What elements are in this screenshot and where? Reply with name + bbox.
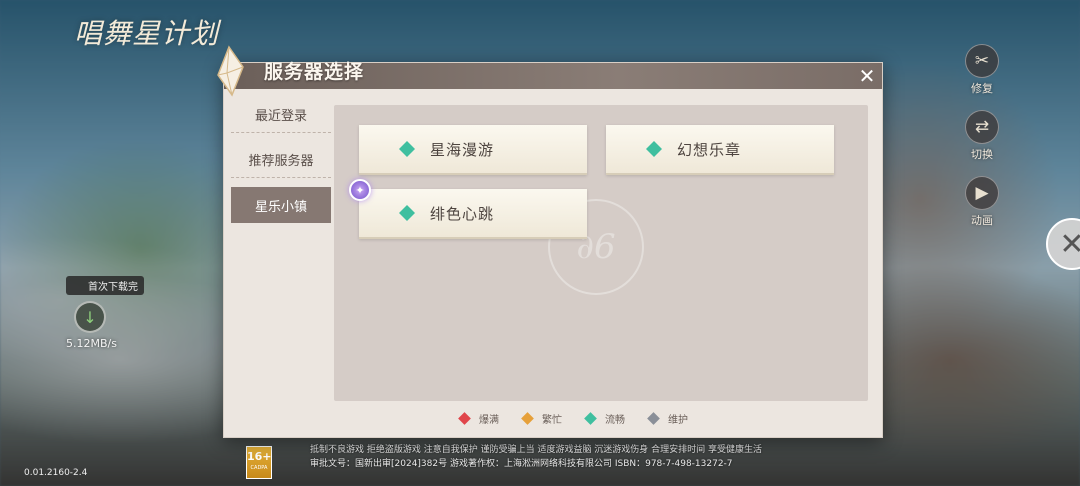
server-select-dialog: 服务器选择 ✕ 最近登录 推荐服务器 星乐小镇 ∂6 星海漫游 幻想乐章 ✦ 绯… <box>217 45 883 438</box>
video-icon: ▶ <box>965 176 999 210</box>
status-legend: 爆满 繁忙 流畅 维护 <box>458 411 688 426</box>
animation-button[interactable]: ▶ 动画 <box>952 176 1012 228</box>
age-rating-sub: CADPA <box>250 465 268 472</box>
server-name: 绯色心跳 <box>430 204 495 223</box>
crystal-icon <box>217 45 244 97</box>
status-gem-icon <box>399 205 415 221</box>
dialog-header: 服务器选择 ✕ <box>217 45 882 97</box>
legend-busy-label: 繁忙 <box>542 415 562 426</box>
switch-account-label: 切换 <box>971 148 993 161</box>
legend-smooth-label: 流畅 <box>605 415 625 426</box>
server-name: 星海漫游 <box>430 140 495 159</box>
age-rating-badge: 16+ CADPA <box>246 446 272 479</box>
server-name: 幻想乐章 <box>677 140 742 159</box>
download-widget[interactable]: 首次下载完 ↓ 5.12MB/s <box>66 276 156 350</box>
wrench-icon: ✂ <box>965 44 999 78</box>
download-speed: 5.12MB/s <box>66 337 117 350</box>
legend-busy: 繁忙 <box>521 411 562 426</box>
legend-maintenance: 维护 <box>647 411 688 426</box>
legend-smooth: 流畅 <box>584 411 625 426</box>
download-icon[interactable]: ↓ <box>74 301 106 333</box>
dialog-title: 服务器选择 <box>264 61 365 83</box>
status-gem-icon <box>646 141 662 157</box>
health-notice: 抵制不良游戏 拒绝盗版游戏 注意自我保护 谨防受骗上当 适度游戏益脑 沉迷游戏伤… <box>310 443 790 471</box>
legend-full-dot <box>458 412 471 425</box>
legend-maintenance-label: 维护 <box>668 415 688 426</box>
switch-account-button[interactable]: ⇄ 切换 <box>952 110 1012 162</box>
server-button-huanxiang[interactable]: 幻想乐章 <box>606 125 834 175</box>
legend-smooth-dot <box>584 412 597 425</box>
health-notice-line2: 审批文号：国新出审[2024]382号 游戏著作权：上海淞洲网络科技有限公司 I… <box>310 459 733 469</box>
download-tip: 首次下载完 <box>66 276 144 295</box>
server-tabs: 最近登录 推荐服务器 星乐小镇 <box>231 97 331 232</box>
version-label: 0.01.2160-2.4 <box>24 468 88 478</box>
switch-account-icon: ⇄ <box>965 110 999 144</box>
new-server-badge-icon: ✦ <box>349 179 371 201</box>
server-list-panel: ∂6 星海漫游 幻想乐章 ✦ 绯色心跳 <box>334 105 868 401</box>
tab-recommended[interactable]: 推荐服务器 <box>231 142 331 178</box>
legend-maintenance-dot <box>647 412 660 425</box>
tab-xingle-town[interactable]: 星乐小镇 <box>231 187 331 223</box>
legend-busy-dot <box>521 412 534 425</box>
age-rating-label: 16+ <box>247 450 272 463</box>
server-button-xinghai[interactable]: 星海漫游 <box>359 125 587 175</box>
status-gem-icon <box>399 141 415 157</box>
close-icon[interactable]: ✕ <box>856 65 878 87</box>
legend-full-label: 爆满 <box>479 415 499 426</box>
repair-label: 修复 <box>971 82 993 95</box>
legend-full: 爆满 <box>458 411 499 426</box>
game-logo: 唱舞星计划 <box>74 17 220 50</box>
server-button-feise[interactable]: ✦ 绯色心跳 <box>349 179 587 239</box>
animation-label: 动画 <box>971 214 993 227</box>
repair-button[interactable]: ✂ 修复 <box>952 44 1012 96</box>
tab-recent-login[interactable]: 最近登录 <box>231 97 331 133</box>
health-notice-line1: 抵制不良游戏 拒绝盗版游戏 注意自我保护 谨防受骗上当 适度游戏益脑 沉迷游戏伤… <box>310 445 763 455</box>
